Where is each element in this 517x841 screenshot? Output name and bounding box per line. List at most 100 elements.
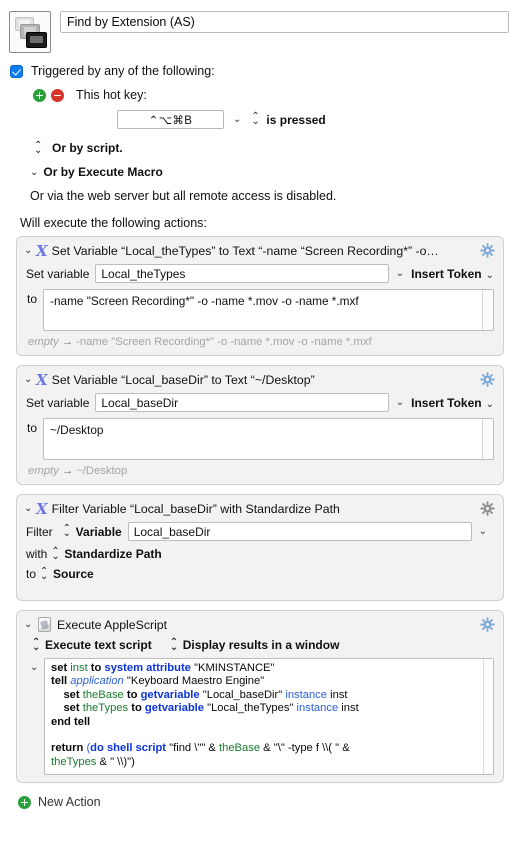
variable-x-icon: X (36, 241, 48, 260)
code-token: getvariable (144, 702, 204, 715)
new-action-button[interactable]: New Action (0, 792, 517, 809)
script-source-label: Execute text script (45, 638, 152, 652)
insert-token-chevron-down-icon: ⌄ (485, 269, 494, 281)
or-by-execute-macro-chevron-down-icon[interactable]: ⌄ (30, 167, 38, 178)
action-set-variable-thetypes[interactable]: ⌄ X Set Variable “Local_theTypes” to Tex… (16, 236, 504, 356)
triggered-by-row: Triggered by any of the following: (10, 64, 509, 78)
variable-name-input[interactable]: Local_baseDir (95, 393, 389, 412)
add-trigger-button[interactable] (33, 88, 46, 102)
or-by-script-row[interactable]: Or by script. (10, 141, 509, 155)
plus-circle-icon (18, 795, 31, 809)
script-source-stepper-icon[interactable] (32, 640, 41, 651)
applescript-code-editor[interactable]: set inst to system attribute "KMINSTANCE… (44, 658, 494, 776)
disclosure-chevron-down-icon[interactable]: ⌄ (24, 503, 35, 514)
action-header: ⌄ X Set Variable “Local_theTypes” to Tex… (17, 237, 503, 262)
disclosure-chevron-down-icon[interactable]: ⌄ (24, 245, 35, 256)
preview-to: ~/Desktop (76, 465, 128, 477)
action-body: Execute text script Display results in a… (17, 636, 503, 782)
filter-destination-stepper-icon[interactable] (40, 569, 49, 580)
action-header: ⌄ X Filter Variable “Local_baseDir” with… (17, 495, 503, 520)
action-title: Set Variable “Local_baseDir” to Text “~/… (51, 372, 315, 387)
filter-kind-value[interactable]: Standardize Path (64, 547, 161, 561)
code-token: application (70, 675, 124, 688)
code-token: inst (327, 688, 348, 701)
or-by-script-label: Or by script. (52, 141, 123, 155)
hotkey-input[interactable]: ⌃⌥⌘B (117, 110, 224, 129)
set-variable-row: Set variable Local_theTypes ⌄ Insert Tok… (26, 264, 494, 283)
insert-token-button[interactable]: Insert Token ⌄ (411, 396, 494, 410)
filter-variable-chevron-down-icon[interactable]: ⌄ (479, 526, 487, 537)
code-token: inst (70, 662, 88, 674)
code-token: return (51, 742, 87, 755)
filter-source-type[interactable]: Variable (76, 525, 122, 539)
preview-to: -name "Screen Recording*" -o -name *.mov… (76, 336, 372, 348)
action-execute-applescript[interactable]: ⌄ Execute AppleScript ⌃ ⌄ Execute text s… (16, 610, 504, 784)
preview-from: empty (28, 465, 59, 477)
code-token: theTypes (82, 702, 129, 715)
gear-icon[interactable] (480, 501, 495, 516)
action-filter-variable[interactable]: ⌄ X Filter Variable “Local_baseDir” with… (16, 494, 504, 601)
with-label: with (26, 547, 48, 561)
triggered-by-checkbox[interactable] (10, 64, 23, 78)
result-option[interactable]: Display results in a window (166, 638, 340, 652)
variable-value-textarea[interactable]: -name "Screen Recording*" -o -name *.mov… (43, 289, 494, 331)
hotkey-condition-label[interactable]: is pressed (266, 113, 325, 127)
gear-icon[interactable] (480, 372, 495, 387)
or-by-execute-macro-row[interactable]: ⌄ Or by Execute Macro (10, 165, 509, 179)
filter-destination-value[interactable]: Source (53, 567, 94, 581)
filter-kind-stepper-icon[interactable] (51, 549, 60, 560)
insert-token-label: Insert Token (411, 395, 482, 410)
remove-trigger-button[interactable] (51, 88, 64, 102)
filter-to-label: to (26, 567, 37, 581)
action-body: Filter Variable Local_baseDir ⌄ with Sta… (17, 522, 503, 600)
code-token: "Local_baseDir" (199, 688, 286, 701)
triggered-by-label: Triggered by any of the following: (31, 64, 215, 78)
action-body: Set variable Local_theTypes ⌄ Insert Tok… (17, 264, 503, 355)
macro-title-text: Find by Extension (AS) (67, 15, 195, 29)
screens-stack-icon[interactable] (9, 11, 51, 53)
filter-variable-value: Local_baseDir (133, 524, 211, 539)
script-source-option[interactable]: Execute text script (28, 638, 152, 652)
set-variable-label: Set variable (26, 395, 90, 410)
variable-value-text: -name "Screen Recording*" -o -name *.mov… (50, 294, 359, 308)
variable-value-textarea[interactable]: ~/Desktop (43, 418, 494, 460)
disclosure-chevron-down-icon[interactable]: ⌄ (24, 374, 35, 385)
gear-icon[interactable] (480, 617, 495, 632)
insert-token-button[interactable]: Insert Token ⌄ (411, 267, 494, 281)
filter-label: Filter (26, 524, 53, 539)
action-set-variable-basedir[interactable]: ⌄ X Set Variable “Local_baseDir” to Text… (16, 365, 504, 485)
hotkey-value: ⌃⌥⌘B (148, 114, 193, 127)
applescript-options-row: Execute text script Display results in a… (26, 636, 494, 652)
insert-token-chevron-down-icon: ⌄ (485, 398, 494, 410)
code-token: theBase (215, 742, 264, 755)
web-server-note-row: Or via the web server but all remote acc… (10, 189, 509, 203)
filter-source-stepper-icon[interactable] (63, 526, 72, 537)
triggers-section: Triggered by any of the following: This … (0, 64, 517, 230)
hotkey-condition-stepper-icon[interactable] (251, 114, 260, 125)
hotkey-chevron-down-icon[interactable]: ⌄ (233, 114, 241, 125)
code-token: to (87, 662, 105, 674)
to-value-row: to -name "Screen Recording*" -o -name *.… (26, 289, 494, 331)
code-token: instance (296, 702, 339, 715)
variable-name-chevron-down-icon[interactable]: ⌄ (396, 397, 404, 408)
code-token: "Keyboard Maestro Engine" (123, 675, 265, 688)
filter-spacer (26, 581, 494, 593)
variable-name-input[interactable]: Local_theTypes (95, 264, 389, 283)
filter-variable-input[interactable]: Local_baseDir (127, 522, 472, 541)
result-stepper-icon[interactable] (170, 640, 179, 651)
actions-header: Will execute the following actions: (20, 216, 207, 230)
action-title: Execute AppleScript (57, 617, 168, 632)
code-token: theTypes (51, 755, 97, 768)
code-token: set (51, 662, 71, 674)
macro-title-input[interactable]: Find by Extension (AS) (60, 11, 509, 33)
or-by-script-stepper-icon[interactable] (34, 143, 43, 154)
code-disclosure-chevron-down-icon[interactable]: ⌄ (30, 662, 39, 673)
disclosure-chevron-down-icon[interactable]: ⌄ (24, 619, 35, 630)
variable-name-chevron-down-icon[interactable]: ⌄ (396, 268, 404, 279)
hotkey-trigger-row: This hot key: (10, 88, 509, 102)
hotkey-field-row: ⌃⌥⌘B ⌄ is pressed (10, 110, 509, 129)
textarea-gutter (482, 290, 493, 330)
code-token: getvariable (140, 688, 200, 701)
gear-icon[interactable] (480, 243, 495, 258)
code-token: set (51, 688, 83, 701)
